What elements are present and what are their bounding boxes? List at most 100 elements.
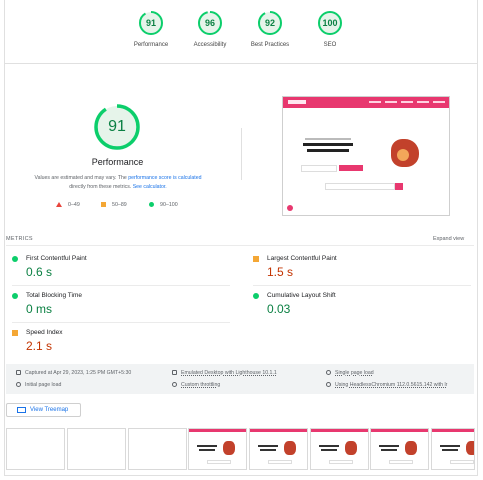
metric-value: 1.5 s	[267, 265, 294, 279]
browser-info[interactable]: Using HeadlessChromium 112.0.5615.142 wi…	[326, 382, 447, 388]
good-circle-icon	[12, 256, 18, 262]
screenshot-nav	[369, 101, 381, 103]
metric-name: First Contentful Paint	[26, 255, 87, 262]
screenshot-search-button	[395, 183, 403, 190]
filmstrip-frame	[128, 428, 187, 470]
thumb-image	[466, 441, 474, 455]
average-square-icon	[253, 256, 259, 262]
screenshot-footer-icon	[287, 205, 293, 211]
thumb-line	[260, 449, 276, 451]
treemap-label: View Treemap	[30, 407, 69, 413]
metrics-heading: METRICS	[6, 236, 33, 242]
thumb-search	[268, 460, 292, 464]
see-calculator-link[interactable]: See calculator.	[133, 184, 167, 190]
screenshot-button	[339, 165, 363, 171]
thumb-line	[442, 449, 458, 451]
screenshot-nav	[401, 101, 413, 103]
screenshot-hero-image	[397, 149, 409, 161]
desc-text: directly from these metrics.	[69, 184, 133, 190]
thumb-line	[319, 445, 339, 447]
screenshot-nav	[433, 101, 445, 103]
triangle-icon	[56, 202, 62, 208]
performance-description: Values are estimated and may vary. The p…	[18, 174, 218, 192]
emulated-device[interactable]: Emulated Desktop with Lighthouse 10.1.1	[172, 370, 277, 376]
captured-at: Captured at Apr 29, 2023, 1:25 PM GMT+5:…	[16, 370, 131, 376]
initial-page-load: Initial page load	[16, 382, 61, 388]
legend-label: 0–49	[68, 202, 80, 208]
treemap-icon	[17, 407, 26, 413]
thumb-search	[450, 460, 474, 464]
view-treemap-button[interactable]: View Treemap	[6, 403, 81, 417]
filmstrip-frame	[6, 428, 65, 470]
calendar-icon	[16, 370, 21, 376]
divider	[12, 322, 230, 323]
metric-name: Largest Contentful Paint	[267, 255, 337, 262]
legend-label: 50–89	[112, 202, 127, 208]
info-text: Captured at Apr 29, 2023, 1:25 PM GMT+5:…	[25, 370, 132, 376]
screenshot-input	[301, 165, 337, 172]
thumb-bar	[432, 429, 474, 432]
filmstrip-frame	[310, 428, 369, 470]
filmstrip-frame	[67, 428, 126, 470]
screenshot-headline	[303, 143, 353, 146]
thumb-line	[321, 449, 337, 451]
info-text: Single page load	[335, 370, 374, 376]
performance-gauge: 91	[92, 102, 142, 152]
info-text: Initial page load	[25, 382, 62, 388]
final-screenshot[interactable]	[282, 96, 450, 216]
thumb-bar	[311, 429, 368, 432]
filmstrip-frame	[370, 428, 429, 470]
legend-label: 90–100	[160, 202, 178, 208]
thumb-bar	[189, 429, 246, 432]
hourglass-icon	[326, 370, 331, 376]
thumb-line	[258, 445, 278, 447]
gauge-score: 100	[322, 18, 338, 28]
filmstrip-frame	[249, 428, 308, 470]
good-circle-icon	[253, 293, 259, 299]
metric-value: 2.1 s	[26, 339, 53, 353]
screenshot-nav	[385, 101, 397, 103]
expand-view-toggle[interactable]: Expand view	[433, 236, 464, 242]
thumb-bar	[371, 429, 428, 432]
thumb-search	[329, 460, 353, 464]
score-calculated-link[interactable]: performance score is calculated	[128, 175, 201, 181]
metric-value: 0 ms	[26, 302, 53, 316]
screenshot-logo	[288, 100, 306, 104]
thumb-line	[199, 449, 215, 451]
thumb-image	[284, 441, 296, 455]
screenshot-subtitle	[305, 138, 351, 140]
info-text: Custom throttling	[181, 382, 221, 388]
divider	[4, 63, 478, 64]
info-text: Emulated Desktop with Lighthouse 10.1.1	[181, 370, 277, 376]
divider	[253, 285, 471, 286]
thumb-line	[381, 449, 397, 451]
single-page-load[interactable]: Single page load	[326, 370, 374, 376]
screenshot-headline	[307, 149, 349, 152]
metric-name: Total Blocking Time	[26, 292, 82, 299]
thumb-search	[207, 460, 231, 464]
thumb-line	[197, 445, 217, 447]
thumb-line	[440, 445, 460, 447]
gauge-label: SEO	[323, 42, 337, 48]
screenshot-search	[325, 183, 395, 190]
runtime-settings: Captured at Apr 29, 2023, 1:25 PM GMT+5:…	[6, 364, 474, 394]
good-circle-icon	[12, 293, 18, 299]
metric-name: Cumulative Layout Shift	[267, 292, 336, 299]
filmstrip-frame	[431, 428, 475, 470]
desktop-icon	[172, 370, 177, 376]
divider	[6, 245, 474, 246]
screenshot-nav	[417, 101, 429, 103]
gauge-seo[interactable]: 100 SEO	[295, 10, 365, 48]
thumb-line	[379, 445, 399, 447]
score-gauges: 91 Performance 96 Accessibility 92 Best …	[0, 10, 483, 60]
vertical-divider	[241, 128, 242, 180]
metric-name: Speed Index	[26, 329, 63, 336]
metric-value: 0.6 s	[26, 265, 53, 279]
legend-good: 90–100	[149, 202, 178, 208]
average-square-icon	[12, 330, 18, 336]
legend-poor: 0–49	[56, 202, 80, 208]
thumb-search	[389, 460, 413, 464]
metric-value: 0.03	[267, 302, 291, 316]
circle-icon	[149, 202, 154, 208]
throttling[interactable]: Custom throttling	[172, 382, 220, 388]
